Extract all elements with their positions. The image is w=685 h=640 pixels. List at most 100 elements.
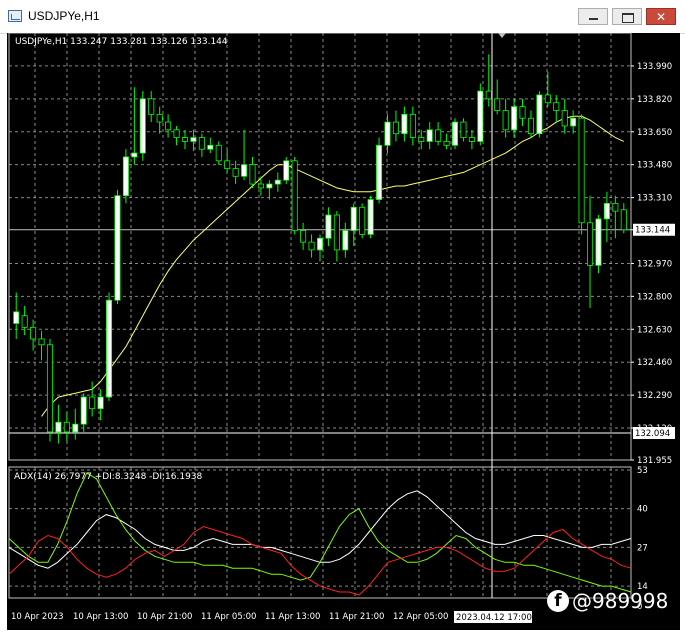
price-tick-label: 132.460 xyxy=(637,358,672,368)
price-axis: 133.990 133.820 133.650 133.480 133.310 133.1… xyxy=(631,62,675,612)
minimize-button[interactable] xyxy=(578,8,608,25)
bull-candle-body xyxy=(190,137,197,142)
terminal-chart-window: USDJPYe,H1 ✕ 133.990 133.820 133.650 133.48… xyxy=(0,0,685,640)
plus-di-line xyxy=(8,472,632,593)
bull-candle-body xyxy=(139,98,146,154)
bear-candle-body xyxy=(232,168,239,177)
bear-candle-body xyxy=(587,222,594,266)
bull-candle-body xyxy=(342,230,349,251)
time-tick-label: 10 Apr 21:00 xyxy=(137,612,192,622)
bear-candle-body xyxy=(224,160,231,169)
bull-candle-body xyxy=(511,106,518,131)
bear-candle-body xyxy=(392,121,399,135)
adx-line xyxy=(8,490,632,569)
chart-canvas[interactable]: 133.990 133.820 133.650 133.480 133.310 133.1… xyxy=(7,33,680,630)
bull-candle-body xyxy=(376,144,383,200)
bear-candle-body xyxy=(165,121,172,131)
bull-candle-body xyxy=(241,164,248,177)
price-tick-label: 131.955 xyxy=(637,456,672,466)
watermark: f @989998 xyxy=(547,588,668,614)
bull-candle-body xyxy=(451,121,459,146)
bull-candle-body xyxy=(350,206,357,231)
price-tick-label: 132.970 xyxy=(637,259,672,269)
adx-indicator xyxy=(8,472,632,596)
price-tick-label: 133.480 xyxy=(637,161,672,171)
bull-candle-body xyxy=(97,396,104,410)
bear-candle-body xyxy=(359,206,366,235)
maximize-button[interactable] xyxy=(612,8,642,25)
bear-candle-body xyxy=(156,113,163,123)
close-icon: ✕ xyxy=(656,10,667,24)
candles xyxy=(13,54,627,444)
bull-candle-body xyxy=(114,195,121,301)
bear-candle-body xyxy=(300,230,307,243)
bear-candle-body xyxy=(63,421,70,433)
bear-candle-body xyxy=(443,141,450,146)
bear-candle-body xyxy=(502,110,509,131)
bull-candle-body xyxy=(122,156,129,197)
bull-candle-body xyxy=(570,117,577,127)
bear-candle-body xyxy=(198,137,205,150)
price-tick-label: 133.820 xyxy=(637,95,672,105)
bear-candle-body xyxy=(494,98,501,111)
indicator-plot-frame xyxy=(8,466,632,599)
bear-candle-body xyxy=(620,209,627,231)
bear-candle-body xyxy=(519,106,526,119)
price-tick-label: 133.650 xyxy=(637,128,672,138)
maximize-icon xyxy=(622,13,634,23)
bull-candle-body xyxy=(55,421,62,433)
bull-candle-body xyxy=(283,160,290,181)
price-tick-label: 132.630 xyxy=(637,325,672,335)
bear-candle-body xyxy=(460,121,467,138)
title-bar[interactable]: USDJPYe,H1 ✕ xyxy=(0,0,685,34)
price-chart[interactable]: 133.990 133.820 133.650 133.480 133.310 133.1… xyxy=(7,33,680,630)
bull-candle-body xyxy=(603,203,610,220)
bear-candle-body xyxy=(418,137,425,142)
crosshair-price-label: 132.094 xyxy=(635,429,670,439)
price-tick-label: 132.800 xyxy=(637,292,672,302)
bear-candle-body xyxy=(485,90,492,100)
crosshair-marker xyxy=(498,33,506,38)
bear-candle-body xyxy=(89,396,96,410)
indicator-tick-label: 27 xyxy=(637,543,648,553)
time-axis: 10 Apr 2023 10 Apr 13:00 10 Apr 21:00 11 Ap… xyxy=(11,611,532,623)
bear-candle-body xyxy=(468,137,475,142)
price-tick-label: 133.310 xyxy=(637,194,672,204)
bull-candle-body xyxy=(426,129,433,142)
bull-candle-body xyxy=(401,113,408,135)
bear-candle-body xyxy=(553,102,560,111)
bear-candle-body xyxy=(409,113,416,138)
close-button[interactable]: ✕ xyxy=(646,8,676,25)
bull-candle-body xyxy=(266,183,273,189)
bear-candle-body xyxy=(561,110,568,127)
time-tick-label: 10 Apr 13:00 xyxy=(73,612,128,622)
chart-window-icon xyxy=(8,10,22,22)
bull-candle-body xyxy=(316,237,324,251)
bear-candle-body xyxy=(249,164,256,185)
time-tick-label: 11 Apr 21:00 xyxy=(329,612,384,622)
bull-candle-body xyxy=(80,396,87,425)
minus-di-line xyxy=(8,525,632,596)
bear-candle-body xyxy=(308,241,315,251)
price-tick-label: 133.990 xyxy=(637,62,672,72)
bear-candle-body xyxy=(544,94,551,104)
bear-candle-body xyxy=(291,160,298,231)
bull-candle-body xyxy=(367,199,374,235)
bear-candle-body xyxy=(181,137,189,142)
bear-candle-body xyxy=(257,183,264,189)
time-tick-label: 12 Apr 05:00 xyxy=(393,612,448,622)
minimize-icon xyxy=(589,18,598,20)
time-tick-label: 10 Apr 2023 xyxy=(11,612,64,622)
indicator-tick-label: 40 xyxy=(637,505,648,515)
bull-candle-body xyxy=(595,218,602,266)
bear-candle-body xyxy=(38,338,45,346)
bear-candle-body xyxy=(578,117,585,224)
bull-candle-body xyxy=(325,214,332,239)
time-tick-label: 11 Apr 13:00 xyxy=(265,612,320,622)
bear-candle-body xyxy=(46,344,53,433)
bear-candle-body xyxy=(173,129,180,138)
bull-candle-body xyxy=(72,423,79,433)
bull-candle-body xyxy=(13,311,20,324)
current-price-label: 133.144 xyxy=(635,226,670,236)
bull-candle-body xyxy=(131,152,138,158)
